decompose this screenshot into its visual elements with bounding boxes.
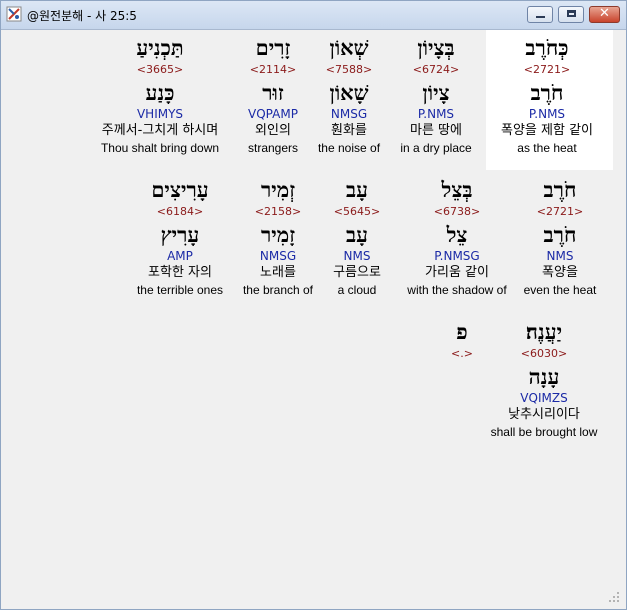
word-block[interactable]: תַּכְנִיעַ <3665> כָּנַע VHIMYS 주께서-그치게 … [101,34,219,156]
word-block[interactable]: עָרִיצִים <6184> עָרִיץ AMP 포학한 자의 the t… [137,176,223,298]
morphology-code: NMS [546,249,574,263]
hebrew-word: תַּכְנִיעַ [136,35,184,60]
english-gloss: even the heat [523,283,597,297]
english-gloss: the noise of [317,141,381,155]
strong-number[interactable]: <6030> [491,346,598,361]
lemma-word: חֹרֶב [543,222,577,247]
title-bar[interactable]: @원전분해 - 사 25:5 ✕ [1,1,626,30]
hebrew-word: שְׁאוֹן [329,35,369,60]
lemma-word: זוּר [262,80,284,105]
strong-number[interactable]: <3665> [101,62,219,77]
word-block[interactable]: כְּחֹרֶב <2721> חֹרֶב P.NMS 폭양을 제함 같이 as… [501,34,593,156]
morphology-code: NMSG [259,249,297,263]
word-block[interactable]: יַעֲנֶה׃ <6030> עָנָה VQIMZS 낮추시리이다 shal… [491,318,598,440]
korean-gloss: 주께서-그치게 하시며 [101,123,219,138]
english-gloss: a cloud [337,283,377,297]
morphology-code: VQPAMP [248,107,298,121]
lemma-word: חֹרֶב [530,80,564,105]
hebrew-word: עָרִיצִים [151,177,209,202]
minimize-icon [536,16,545,18]
strong-number[interactable]: <2158> [243,204,313,219]
hebrew-word: יַעֲנֶה׃ [525,319,563,344]
korean-gloss: 훤화를 [331,123,367,138]
english-gloss: with the shadow of [407,283,507,297]
lemma-word: עָרִיץ [160,222,200,247]
word-block[interactable]: עָב <5645> עָב NMS 구름으로 a cloud [333,176,381,298]
strong-number[interactable]: <6184> [137,204,223,219]
morphology-code: AMP [167,249,193,263]
hebrew-word: כְּחֹרֶב [525,35,569,60]
korean-gloss: 가리움 같이 [425,265,489,280]
english-gloss: as the heat [517,141,577,155]
hebrew-word: זְמִיר [260,177,296,202]
morphology-code: VQIMZS [520,391,568,405]
word-block[interactable]: זָרִים <2114> זוּר VQPAMP 외인의 strangers [248,34,298,156]
korean-gloss: 낮추시리이다 [508,407,580,422]
hebrew-word: זָרִים [255,35,291,60]
morphology-code: NMS [343,249,371,263]
english-gloss: strangers [247,141,299,155]
strong-number[interactable]: <2721> [524,204,597,219]
korean-gloss: 마른 땅에 [410,123,462,138]
lemma-word: צֵל [446,222,468,247]
strong-number[interactable]: <6724> [400,62,471,77]
resize-grip-icon[interactable] [608,591,620,603]
interlinear-panel: כְּחֹרֶב <2721> חֹרֶב P.NMS 폭양을 제함 같이 as… [4,30,623,606]
word-block[interactable]: פ <.> [451,318,473,361]
window-title: @원전분해 - 사 25:5 [27,9,137,23]
korean-gloss: 구름으로 [333,265,381,280]
word-block[interactable]: שְׁאוֹן <7588> שָׁאוֹן NMSG 훤화를 the nois… [318,34,380,156]
lemma-word: שָׁאוֹן [329,80,369,105]
morphology-code: P.NMS [528,107,566,121]
strong-number[interactable]: <2721> [501,62,593,77]
lemma-word: עָנָה [528,364,560,389]
lemma-word: עָב [345,222,368,247]
morphology-code: P.NMSG [434,249,480,263]
maximize-icon [567,10,576,17]
english-gloss: the terrible ones [136,283,224,297]
word-block[interactable]: בְּצָיוֹן <6724> צָיוֹן P.NMS 마른 땅에 in a… [400,34,471,156]
english-gloss: the branch of [242,283,314,297]
strong-number[interactable]: <5645> [333,204,381,219]
hebrew-word: חֹרֶב [543,177,577,202]
app-window: @원전분해 - 사 25:5 ✕ כְּחֹרֶב <2721> חֹרֶב P… [0,0,627,610]
korean-gloss: 포학한 자의 [148,265,212,280]
korean-gloss: 폭양을 [542,265,578,280]
morphology-code: NMSG [330,107,368,121]
english-gloss: Thou shalt bring down [100,141,220,155]
morphology-code: VHIMYS [136,107,184,121]
korean-gloss: 노래를 [260,265,296,280]
strong-number[interactable]: <2114> [248,62,298,77]
korean-gloss: 외인의 [255,123,291,138]
hebrew-word: בְּצֵל [441,177,473,202]
app-logo-icon [6,6,22,22]
english-gloss: in a dry place [400,141,472,155]
strong-number[interactable]: <7588> [318,62,380,77]
morphology-code: P.NMS [417,107,455,121]
word-block[interactable]: חֹרֶב <2721> חֹרֶב NMS 폭양을 even the heat [524,176,597,298]
word-block[interactable]: זְמִיר <2158> זָמִיר NMSG 노래를 the branch… [243,176,313,298]
hebrew-word: בְּצָיוֹן [417,35,455,60]
word-block[interactable]: בְּצֵל <6738> צֵל P.NMSG 가리움 같이 with the… [407,176,506,298]
lemma-word: כָּנַע [145,80,175,105]
strong-number[interactable]: <6738> [407,204,506,219]
lemma-word: צָיוֹן [422,80,450,105]
close-icon: ✕ [599,6,610,21]
lemma-word: זָמִיר [260,222,296,247]
strong-number[interactable]: <.> [451,346,473,361]
hebrew-word: עָב [345,177,368,202]
maximize-button[interactable] [558,6,584,23]
hebrew-word: פ [456,319,468,344]
close-button[interactable]: ✕ [589,6,620,23]
english-gloss: shall be brought low [490,425,598,439]
korean-gloss: 폭양을 제함 같이 [501,123,593,138]
minimize-button[interactable] [527,6,553,23]
